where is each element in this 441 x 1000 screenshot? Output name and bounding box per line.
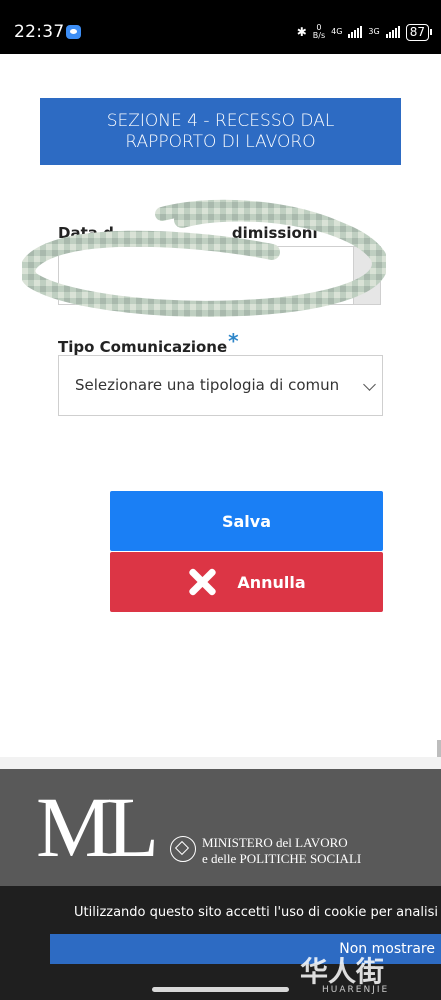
message-notification-icon	[66, 25, 81, 39]
cookie-text: Utilizzando questo sito accetti l'uso di…	[74, 905, 438, 920]
ministry-name: MINISTERO del LAVORO e delle POLITICHE S…	[202, 835, 362, 866]
ministry-logo: ML	[36, 779, 159, 875]
signal-strength-icon	[348, 26, 363, 38]
watermark-logo: 华人街	[300, 955, 385, 988]
date-input[interactable]	[58, 246, 381, 305]
save-button-label: Salva	[221, 511, 272, 531]
status-indicators: ✱ 0 B/s 4G 3G 87	[296, 22, 433, 42]
section-title-line1: SEZIONE 4 - RECESSO DAL	[106, 110, 335, 131]
home-indicator[interactable]	[152, 987, 289, 992]
chevron-down-icon	[363, 378, 376, 391]
watermark-text: HUARENJIE	[322, 985, 390, 995]
status-bar: 22:37 ✱ 0 B/s 4G 3G 87	[0, 0, 441, 54]
date-picker-button[interactable]	[353, 247, 380, 304]
cancel-button-label: Annulla	[237, 572, 306, 592]
network-type-2: 3G	[368, 27, 380, 36]
battery-icon: 87	[405, 23, 433, 41]
date-field-label: Data d dimissioni	[58, 224, 318, 242]
network-type-1: 4G	[331, 27, 343, 36]
status-time: 22:37	[14, 22, 65, 42]
required-mark: *	[228, 329, 239, 353]
tipo-comunicazione-select[interactable]: Selezionare una tipologia di comunicazio…	[58, 355, 383, 416]
section-header: SEZIONE 4 - RECESSO DAL RAPPORTO DI LAVO…	[40, 98, 401, 165]
footer-separator	[0, 757, 441, 769]
cancel-button[interactable]: Annulla	[110, 552, 383, 612]
close-icon	[187, 567, 217, 597]
bluetooth-icon: ✱	[296, 25, 307, 39]
save-button[interactable]: Salva	[110, 491, 383, 551]
signal-strength-icon-2	[385, 26, 400, 38]
tipo-comunicazione-label: Tipo Comunicazione*	[58, 329, 239, 356]
select-value: Selezionare una tipologia di comunicazio…	[75, 376, 340, 394]
section-title-line2: RAPPORTO DI LAVORO	[125, 131, 316, 152]
republic-emblem-icon	[170, 836, 196, 862]
network-speed: 0 B/s	[312, 23, 326, 40]
